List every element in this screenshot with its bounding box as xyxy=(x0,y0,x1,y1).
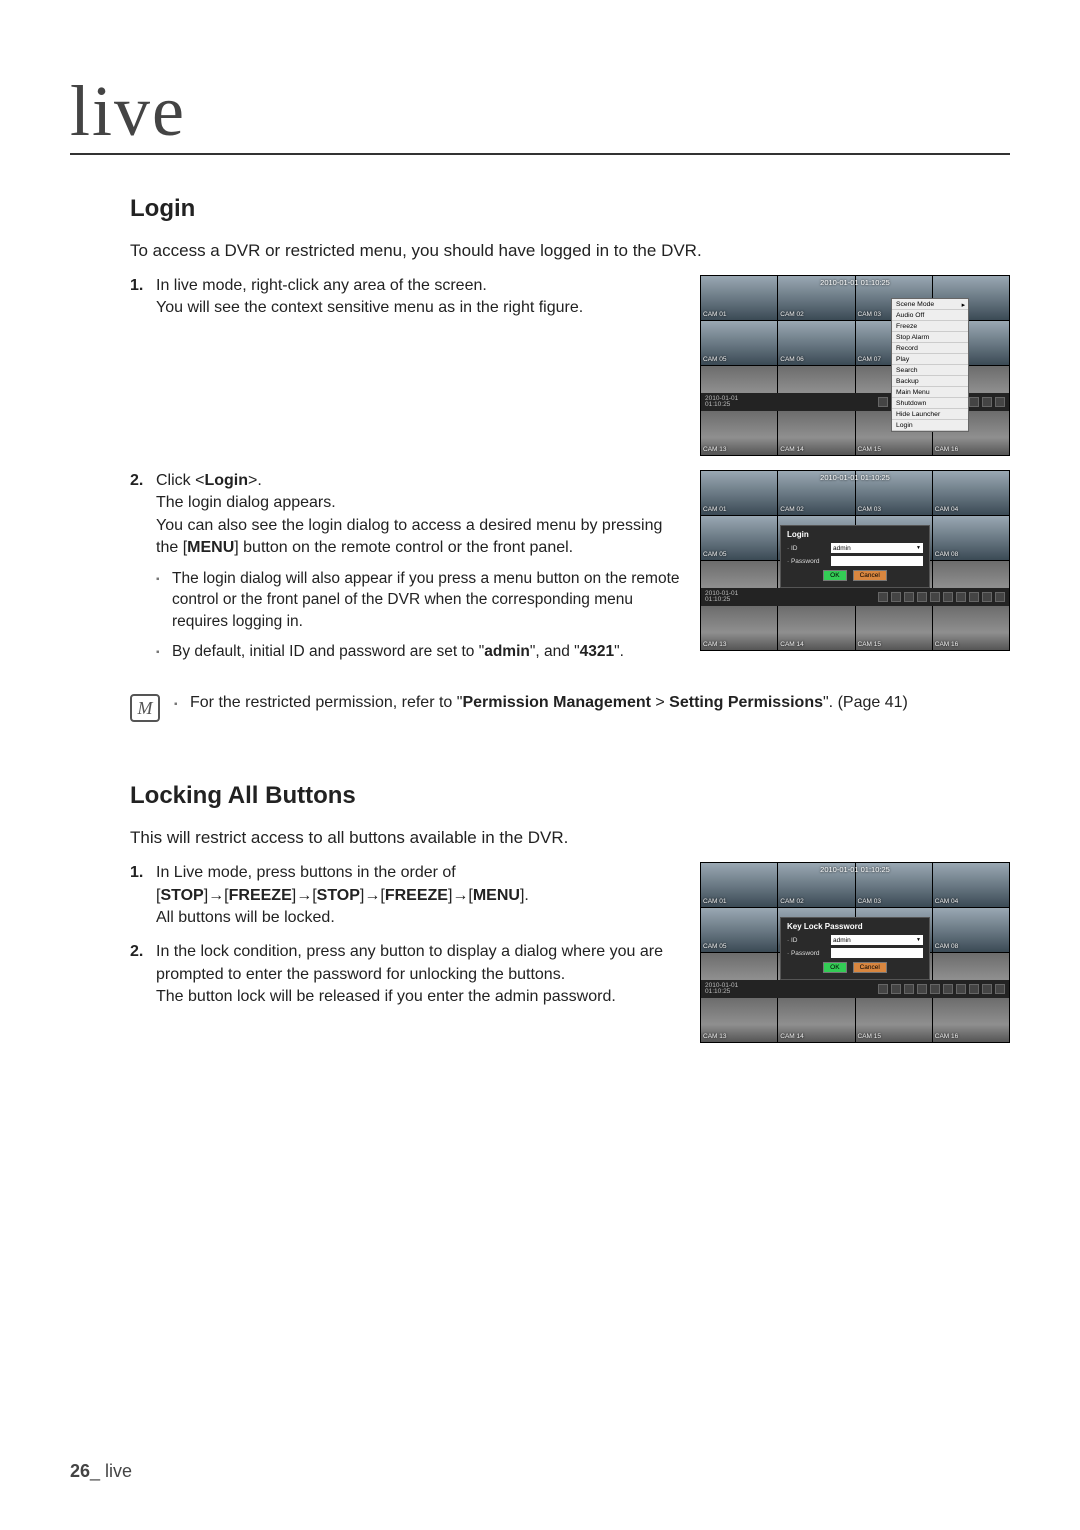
fig1-timestamp: 2010-01-01 01:10:25 xyxy=(820,278,890,287)
lock-step-2: In the lock condition, press any button … xyxy=(130,941,682,1008)
step2-a2: Login xyxy=(204,472,248,489)
ctx-item[interactable]: Main Menu xyxy=(892,387,968,398)
ctx-item[interactable]: Login xyxy=(892,420,968,431)
login-ok-button[interactable]: OK xyxy=(823,570,846,581)
page-footer: 26_ live xyxy=(70,1461,132,1482)
ctx-item[interactable]: Backup xyxy=(892,376,968,387)
ctx-item[interactable]: Search xyxy=(892,365,968,376)
ctx-item[interactable]: Play xyxy=(892,354,968,365)
key-pw-label: · Password xyxy=(787,950,831,957)
step2-a1: Click < xyxy=(156,472,204,489)
key-id-label: · ID xyxy=(787,937,831,944)
login-cancel-button[interactable]: Cancel xyxy=(853,570,887,581)
step2-c3: ] button on the remote control or the fr… xyxy=(234,539,573,556)
login-sub-2: By default, initial ID and password are … xyxy=(156,641,682,663)
ctx-item[interactable]: Hide Launcher xyxy=(892,409,968,420)
key-lock-title: Key Lock Password xyxy=(787,922,923,931)
login-id-label: · ID xyxy=(787,545,831,552)
login-step-1a: In live mode, right-click any area of th… xyxy=(156,277,487,294)
note-icon: M xyxy=(130,694,160,722)
login-section: Login To access a DVR or restricted menu… xyxy=(130,195,1010,722)
page-number: 26 xyxy=(70,1461,90,1481)
key-id-field[interactable]: admin▼ xyxy=(831,935,923,945)
login-dialog: Login · IDadmin▼ · Password OK Cancel xyxy=(780,525,930,588)
ctx-item[interactable]: Record xyxy=(892,343,968,354)
login-pw-field[interactable] xyxy=(831,556,923,566)
key-ok-button[interactable]: OK xyxy=(823,962,846,973)
step2-a3: >. xyxy=(248,472,262,489)
context-menu: Scene Mode Audio Off Freeze Stop Alarm R… xyxy=(891,298,969,432)
login-step-2: Click <Login>. The login dialog appears.… xyxy=(130,470,682,662)
ctx-item[interactable]: Stop Alarm xyxy=(892,332,968,343)
login-heading: Login xyxy=(130,195,1010,223)
login-dialog-title: Login xyxy=(787,530,923,539)
login-step-1: In live mode, right-click any area of th… xyxy=(130,275,682,320)
lock-step-1: In Live mode, press buttons in the order… xyxy=(130,862,682,929)
ctx-item[interactable]: Scene Mode xyxy=(892,299,968,310)
key-cancel-button[interactable]: Cancel xyxy=(853,962,887,973)
ctx-item[interactable]: Audio Off xyxy=(892,310,968,321)
login-note: For the restricted permission, refer to … xyxy=(174,694,908,712)
lock-section: Locking All Buttons This will restrict a… xyxy=(130,782,1010,1043)
login-step-1b: You will see the context sensitive menu … xyxy=(156,299,583,316)
lock-intro: This will restrict access to all buttons… xyxy=(130,828,1010,848)
login-intro: To access a DVR or restricted menu, you … xyxy=(130,241,1010,261)
key-lock-dialog: Key Lock Password · IDadmin▼ · Password … xyxy=(780,917,930,980)
fig3-timestamp: 2010-01-01 01:10:25 xyxy=(820,865,890,874)
step2-b: The login dialog appears. xyxy=(156,494,336,511)
step2-c2: MENU xyxy=(187,539,234,556)
key-pw-field[interactable] xyxy=(831,948,923,958)
ctx-item[interactable]: Shutdown xyxy=(892,398,968,409)
page-title: live xyxy=(70,70,1010,155)
figure-context-menu: 2010-01-01 01:10:25 2010-01-0101:10:25 S… xyxy=(700,275,1010,456)
fig2-timestamp: 2010-01-01 01:10:25 xyxy=(820,473,890,482)
lock-heading: Locking All Buttons xyxy=(130,782,1010,810)
figure-login-dialog: 2010-01-01 01:10:25 2010-01-0101:10:25 L… xyxy=(700,470,1010,651)
login-pw-label: · Password xyxy=(787,558,831,565)
figure-key-lock: 2010-01-01 01:10:25 2010-01-0101:10:25 K… xyxy=(700,862,1010,1043)
login-id-field[interactable]: admin▼ xyxy=(831,543,923,553)
login-sub-1: The login dialog will also appear if you… xyxy=(156,568,682,633)
ctx-item[interactable]: Freeze xyxy=(892,321,968,332)
